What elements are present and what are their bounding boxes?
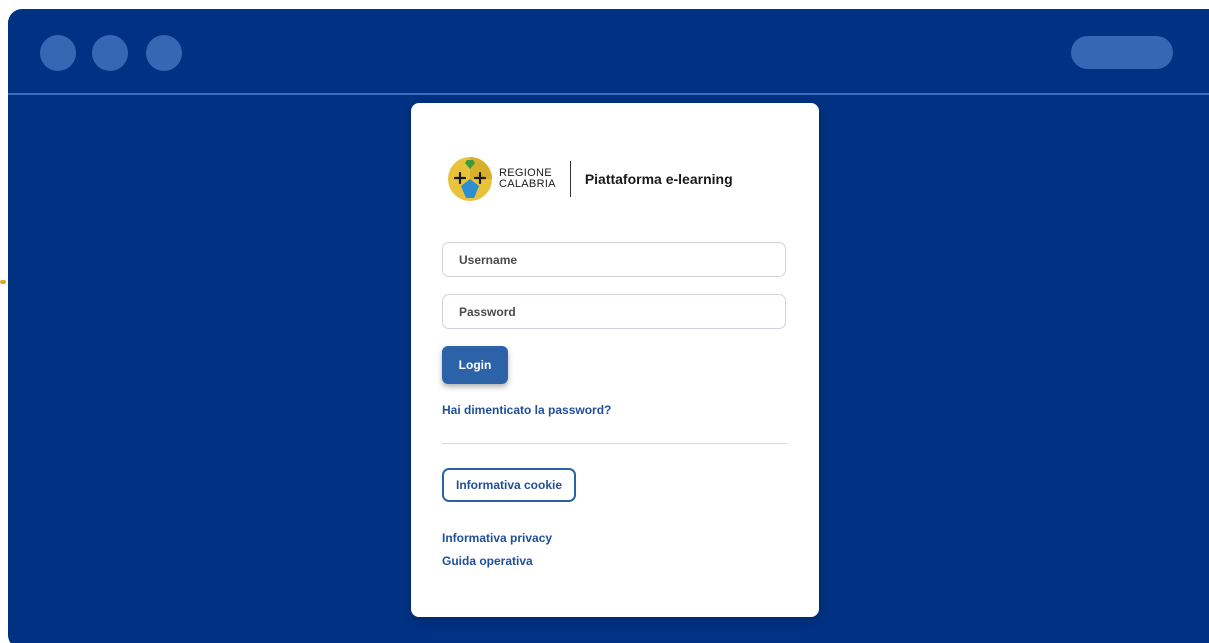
login-card: REGIONE CALABRIA Piattaforma e-learning … [411, 103, 819, 617]
password-input[interactable] [442, 294, 786, 329]
brand-header: REGIONE CALABRIA Piattaforma e-learning [447, 155, 733, 203]
window-control-dot[interactable] [146, 35, 182, 71]
region-name-line2: CALABRIA [499, 178, 556, 190]
platform-title: Piattaforma e-learning [584, 171, 733, 187]
screen: REGIONE CALABRIA Piattaforma e-learning … [0, 0, 1209, 643]
address-bar-pill[interactable] [1071, 36, 1173, 69]
region-name: REGIONE CALABRIA [499, 168, 556, 190]
login-button[interactable]: Login [442, 346, 508, 384]
window-titlebar [8, 9, 1209, 95]
brand-divider [569, 161, 571, 197]
form-divider [442, 443, 788, 444]
cookie-policy-button[interactable]: Informativa cookie [442, 468, 576, 502]
user-guide-link[interactable]: Guida operativa [442, 554, 533, 568]
username-input[interactable] [442, 242, 786, 277]
window-control-dot[interactable] [40, 35, 76, 71]
regione-calabria-crest-icon [448, 157, 492, 201]
privacy-policy-link[interactable]: Informativa privacy [442, 531, 552, 545]
window-control-dot[interactable] [92, 35, 128, 71]
forgot-password-link[interactable]: Hai dimenticato la password? [442, 403, 611, 417]
edge-marker [0, 280, 6, 284]
